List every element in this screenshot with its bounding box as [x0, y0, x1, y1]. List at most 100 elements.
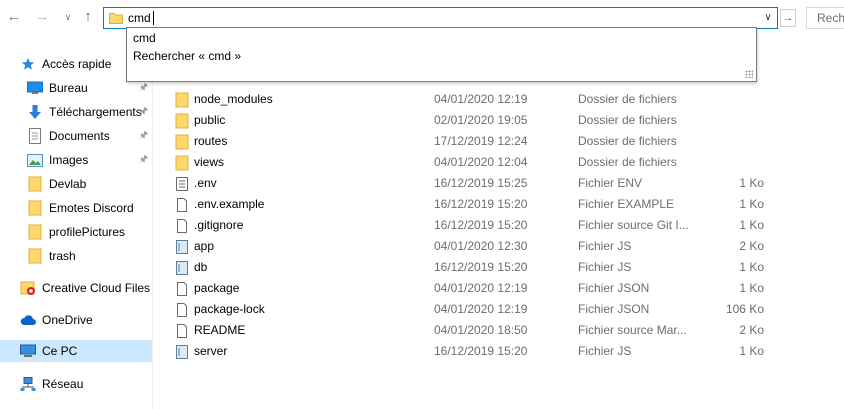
table-row[interactable]: views 04/01/2020 12:04 Dossier de fichie…	[154, 152, 844, 173]
file-size: 1 Ko	[739, 281, 764, 295]
file-name: db	[194, 260, 208, 274]
nav-label: Documents	[49, 129, 110, 143]
folder-icon	[27, 248, 43, 264]
nav-item-bureau[interactable]: Bureau	[27, 77, 88, 99]
pictures-icon	[27, 152, 43, 168]
download-arrow-icon	[27, 104, 43, 120]
pin-icon[interactable]: 🖈	[139, 155, 149, 165]
table-row[interactable]: node_modules 04/01/2020 12:19 Dossier de…	[154, 89, 844, 110]
folder-icon	[109, 13, 123, 24]
nav-onedrive[interactable]: OneDrive	[20, 309, 93, 331]
nav-item-emotes-discord[interactable]: Emotes Discord	[27, 197, 134, 219]
table-row[interactable]: app 04/01/2020 12:30 Fichier JS 2 Ko	[154, 236, 844, 257]
forward-arrow-icon[interactable]: →	[33, 8, 51, 26]
nav-item-documents[interactable]: Documents	[27, 125, 110, 147]
file-type: Fichier ENV	[578, 176, 643, 190]
recent-locations-chevron-icon[interactable]: ∨	[59, 8, 77, 26]
nav-item-images[interactable]: Images	[27, 149, 88, 171]
nav-label: Réseau	[42, 377, 84, 391]
blank-file-icon	[177, 324, 187, 338]
text-file-icon	[176, 177, 188, 191]
file-list: node_modules 04/01/2020 12:19 Dossier de…	[154, 70, 844, 409]
file-date: 04/01/2020 12:19	[434, 281, 528, 295]
file-type: Fichier JS	[578, 344, 632, 358]
file-name: .env	[194, 176, 217, 190]
network-icon	[20, 376, 36, 392]
folder-icon	[175, 113, 189, 129]
table-row[interactable]: README 04/01/2020 18:50 Fichier source M…	[154, 320, 844, 341]
nav-item-devlab[interactable]: Devlab	[27, 173, 86, 195]
table-row[interactable]: .env 16/12/2019 15:25 Fichier ENV 1 Ko	[154, 173, 844, 194]
pin-icon[interactable]: 🖈	[139, 83, 149, 93]
file-date: 04/01/2020 12:19	[434, 92, 528, 106]
js-file-icon	[176, 345, 188, 359]
folder-icon	[175, 134, 189, 150]
table-row[interactable]: .env.example 16/12/2019 15:20 Fichier EX…	[154, 194, 844, 215]
nav-item-trash[interactable]: trash	[27, 245, 76, 267]
address-history-chevron-icon[interactable]: ∨	[761, 10, 775, 26]
file-date: 16/12/2019 15:20	[434, 218, 528, 232]
blank-file-icon	[177, 198, 187, 212]
nav-label: profilePictures	[49, 225, 126, 239]
folder-icon	[27, 200, 43, 216]
nav-this-pc[interactable]: Ce PC	[0, 340, 152, 362]
file-name: README	[194, 323, 246, 337]
table-row[interactable]: package-lock 04/01/2020 12:19 Fichier JS…	[154, 299, 844, 320]
folder-icon	[27, 176, 43, 192]
nav-label: Devlab	[49, 177, 87, 191]
nav-label: trash	[49, 249, 76, 263]
table-row[interactable]: server 16/12/2019 15:20 Fichier JS 1 Ko	[154, 341, 844, 362]
suggestion-item-search[interactable]: Rechercher « cmd »	[133, 49, 241, 64]
suggestion-item[interactable]: cmd	[133, 31, 156, 46]
file-date: 04/01/2020 12:04	[434, 155, 528, 169]
pin-icon[interactable]: 🖈	[139, 131, 149, 141]
file-date: 17/12/2019 12:24	[434, 134, 528, 148]
blank-file-icon	[177, 219, 187, 233]
table-row[interactable]: routes 17/12/2019 12:24 Dossier de fichi…	[154, 131, 844, 152]
file-date: 16/12/2019 15:20	[434, 197, 528, 211]
star-icon	[20, 56, 36, 72]
file-date: 16/12/2019 15:25	[434, 176, 528, 190]
file-type: Fichier source Mar...	[578, 323, 687, 337]
address-input[interactable]: cmd	[128, 11, 151, 26]
nav-network[interactable]: Réseau	[20, 373, 83, 395]
table-row[interactable]: .gitignore 16/12/2019 15:20 Fichier sour…	[154, 215, 844, 236]
file-size: 1 Ko	[739, 260, 764, 274]
file-date: 04/01/2020 18:50	[434, 323, 528, 337]
up-arrow-icon[interactable]: ↑	[79, 8, 97, 26]
file-size: 2 Ko	[739, 239, 764, 253]
table-row[interactable]: package 04/01/2020 12:19 Fichier JSON 1 …	[154, 278, 844, 299]
search-box[interactable]: Rech	[806, 7, 844, 29]
file-size: 1 Ko	[739, 197, 764, 211]
file-name: package	[194, 281, 240, 295]
folder-icon	[27, 224, 43, 240]
resize-grip-icon[interactable]	[745, 70, 753, 78]
file-name: public	[194, 113, 226, 127]
nav-label: Images	[49, 153, 89, 167]
nav-label: OneDrive	[42, 313, 93, 327]
nav-creative-cloud-files[interactable]: Creative Cloud Files	[20, 277, 150, 299]
nav-quick-access[interactable]: Accès rapide	[20, 53, 111, 75]
address-bar[interactable]: cmd ∨	[103, 7, 778, 29]
file-name: routes	[194, 134, 228, 148]
folder-icon	[175, 155, 189, 171]
file-type: Fichier JSON	[578, 302, 650, 316]
js-file-icon	[176, 261, 188, 275]
nav-label: Ce PC	[42, 344, 78, 358]
table-row[interactable]: public 02/01/2020 19:05 Dossier de fichi…	[154, 110, 844, 131]
file-type: Dossier de fichiers	[578, 113, 677, 127]
file-size: 1 Ko	[739, 344, 764, 358]
file-date: 16/12/2019 15:20	[434, 344, 528, 358]
go-arrow-icon[interactable]: →	[780, 9, 796, 27]
nav-label: Téléchargements	[49, 105, 142, 119]
file-date: 04/01/2020 12:19	[434, 302, 528, 316]
nav-item-telechargements[interactable]: Téléchargements	[27, 101, 142, 123]
table-row[interactable]: db 16/12/2019 15:20 Fichier JS 1 Ko	[154, 257, 844, 278]
back-arrow-icon[interactable]: ←	[5, 8, 23, 26]
pin-icon[interactable]: 🖈	[139, 107, 149, 117]
nav-item-profile-pictures[interactable]: profilePictures	[27, 221, 125, 243]
nav-label: Creative Cloud Files	[42, 281, 151, 295]
file-size: 1 Ko	[739, 218, 764, 232]
file-type: Dossier de fichiers	[578, 134, 677, 148]
file-name: app	[194, 239, 215, 253]
